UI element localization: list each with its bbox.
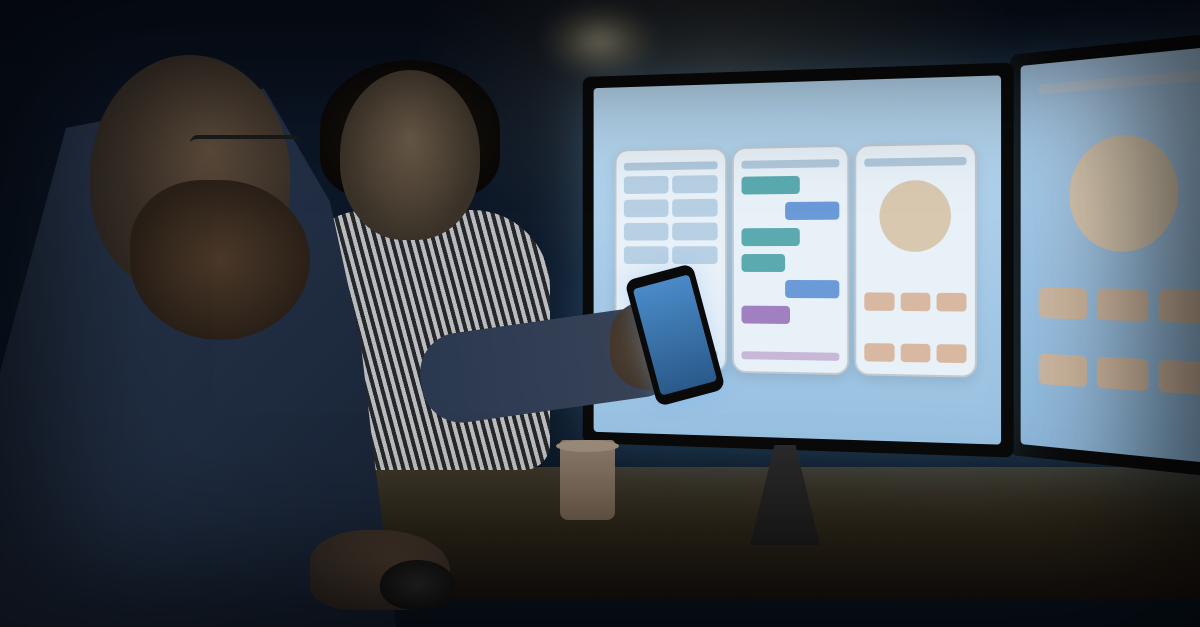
screen-right <box>1021 44 1200 465</box>
wireframe-bar <box>624 161 718 170</box>
chat-bubble <box>785 280 839 298</box>
phone-mockup-chat <box>732 145 849 375</box>
wireframe-button-row <box>1039 353 1200 395</box>
head <box>340 70 480 240</box>
ceiling-light <box>540 0 660 80</box>
wireframe-button <box>865 292 895 311</box>
coffee-cup <box>560 440 615 520</box>
wireframe-tile <box>624 223 669 241</box>
wireframe-button <box>1159 290 1200 324</box>
photo-scene <box>0 0 1200 627</box>
wireframe-button-row <box>865 292 967 311</box>
wireframe-bar <box>741 159 839 169</box>
monitor-right <box>1010 30 1200 481</box>
wireframe-tile <box>672 199 717 217</box>
wireframe-button-row <box>1039 287 1200 323</box>
chat-bubble <box>741 176 799 195</box>
wireframe-button <box>900 344 930 363</box>
wireframe-bar <box>865 157 967 167</box>
chat-bubble <box>741 254 785 272</box>
wireframe-avatar-circle <box>880 180 952 252</box>
beard <box>130 180 310 340</box>
chat-bubble <box>741 228 799 246</box>
phone-mockup-profile <box>855 142 978 378</box>
wireframe-button <box>865 343 895 362</box>
wireframe-avatar-circle <box>1069 132 1178 252</box>
wireframe-button <box>936 293 966 312</box>
wireframe-button <box>1039 287 1088 319</box>
wireframe-header-bar <box>1039 69 1200 95</box>
wireframe-tile <box>672 175 717 193</box>
chat-bubble <box>741 306 789 324</box>
wireframe-button <box>1039 353 1088 387</box>
chat-bubble <box>785 201 839 220</box>
monitor-center <box>583 62 1014 457</box>
wireframe-button <box>936 344 966 363</box>
wireframe-tile <box>624 199 669 217</box>
wireframe-tile <box>624 246 669 264</box>
wireframe-button-row <box>865 343 967 363</box>
wireframe-button <box>900 293 930 312</box>
wireframe-input-bar <box>741 351 839 361</box>
wireframe-button <box>1097 288 1149 321</box>
computer-mouse <box>380 560 455 610</box>
wireframe-tile <box>624 176 669 194</box>
wireframe-button <box>1159 360 1200 396</box>
glasses-icon <box>190 135 300 174</box>
wireframe-button <box>1097 356 1149 391</box>
wireframe-tile <box>672 246 717 264</box>
wireframe-tile <box>672 222 717 240</box>
